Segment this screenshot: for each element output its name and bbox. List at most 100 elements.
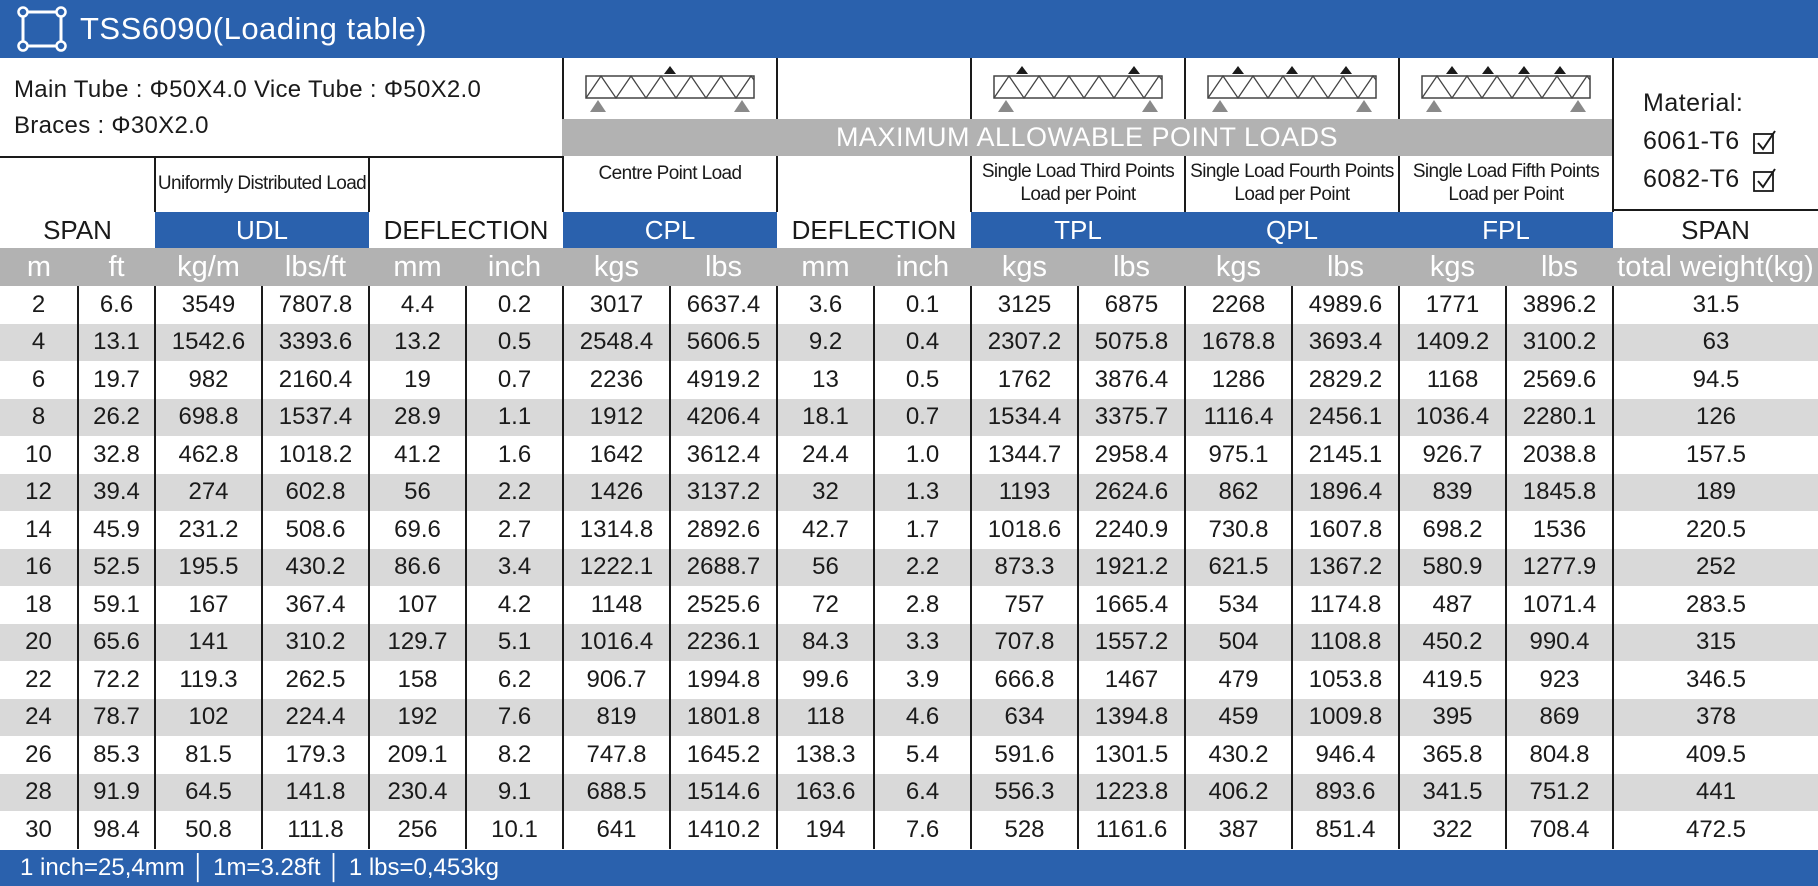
table-row: 6 19.7 982 2160.4 19 0.7 2236 4919.2 13 0.5 1762 38… <box>0 361 1818 399</box>
table-cell: 707.8 <box>970 623 1078 661</box>
table-cell: 22 <box>25 665 52 693</box>
table-cell: 7.6 <box>873 811 971 849</box>
table-cell: 1223.8 <box>1077 773 1185 811</box>
loading-table: 2 6.6 3549 7807.8 4.4 0.2 3017 6637.4 3.6 0.1 3125… <box>0 286 1818 849</box>
table-cell: 3.6 <box>776 286 874 324</box>
table-cell: 1467 <box>1077 661 1185 699</box>
table-cell: 1286 <box>1184 361 1292 399</box>
table-cell: 1277.9 <box>1505 548 1613 586</box>
table-cell: 395 <box>1398 698 1506 736</box>
table-cell: 430.2 <box>1184 736 1292 774</box>
divider <box>1184 58 1186 119</box>
unit-lbs: lbs <box>704 250 743 283</box>
table-cell: 2624.6 <box>1077 473 1185 511</box>
table-cell: 1409.2 <box>1398 323 1506 361</box>
table-cell: 2 <box>31 290 46 318</box>
table-cell: 5.4 <box>873 736 971 774</box>
table-cell: 591.6 <box>970 736 1078 774</box>
table-cell: 869 <box>1505 698 1613 736</box>
table-cell: 119.3 <box>154 661 262 699</box>
table-cell: 13.1 <box>77 323 155 361</box>
table-cell: 2.7 <box>465 511 563 549</box>
table-cell: 1108.8 <box>1291 623 1399 661</box>
table-cell: 1344.7 <box>970 436 1078 474</box>
table-row: 14 45.9 231.2 508.6 69.6 2.7 1314.8 2892.6 42.7 1… <box>0 511 1818 549</box>
table-cell: 3693.4 <box>1291 323 1399 361</box>
unit-inch: inch <box>487 250 542 283</box>
table-cell: 32.8 <box>77 436 155 474</box>
fpl-description: Single Load Fifth Points Load per Point <box>1412 161 1600 205</box>
qpl-header: QPL <box>1185 212 1399 248</box>
table-cell: 975.1 <box>1184 436 1292 474</box>
table-cell: 138.3 <box>776 736 874 774</box>
span-weight-header: SPAN <box>1681 214 1750 245</box>
table-row: 24 78.7 102 224.4 192 7.6 819 1801.8 118 4.6 634 13… <box>0 698 1818 736</box>
table-cell: 1394.8 <box>1077 698 1185 736</box>
table-body: 2 6.6 3549 7807.8 4.4 0.2 3017 6637.4 3.6 0.1 3125… <box>0 286 1818 849</box>
table-cell: 4919.2 <box>669 361 777 399</box>
table-cell: 1557.2 <box>1077 623 1185 661</box>
table-cell: 24.4 <box>776 436 874 474</box>
unit-lbs-ft: lbs/ft <box>284 250 347 283</box>
table-cell: 387 <box>1184 811 1292 849</box>
material-block: Material: 6061-T6 6082-T6 <box>1643 84 1777 198</box>
table-cell: 378 <box>1612 698 1818 736</box>
table-cell: 45.9 <box>77 511 155 549</box>
table-cell: 504 <box>1184 623 1292 661</box>
table-cell: 459 <box>1184 698 1292 736</box>
table-cell: 3.4 <box>465 548 563 586</box>
table-cell: 1534.4 <box>970 398 1078 436</box>
table-cell: 72 <box>776 586 874 624</box>
table-row: 12 39.4 274 602.8 56 2.2 1426 3137.2 32 1.3 1193 26… <box>0 473 1818 511</box>
table-cell: 906.7 <box>562 661 670 699</box>
table-cell: 508.6 <box>261 511 369 549</box>
table-cell: 3137.2 <box>669 473 777 511</box>
unit-lbs: lbs <box>1540 250 1579 283</box>
table-cell: 3.9 <box>873 661 971 699</box>
table-cell: 2240.9 <box>1077 511 1185 549</box>
table-cell: 1762 <box>970 361 1078 399</box>
table-cell: 322 <box>1398 811 1506 849</box>
table-cell: 367.4 <box>261 586 369 624</box>
material-grade-1: 6061-T6 <box>1643 122 1777 160</box>
table-cell: 862 <box>1184 473 1292 511</box>
table-row: 22 72.2 119.3 262.5 158 6.2 906.7 1994.8 99.6 3.9… <box>0 661 1818 699</box>
unit-inch: inch <box>895 250 950 283</box>
divider <box>0 156 563 158</box>
table-row: 10 32.8 462.8 1018.2 41.2 1.6 1642 3612.4 24.4 1.… <box>0 436 1818 474</box>
unit-mm: mm <box>393 250 442 283</box>
table-cell: 839 <box>1398 473 1506 511</box>
table-row: 8 26.2 698.8 1537.4 28.9 1.1 1912 4206.4 18.1 0.7… <box>0 398 1818 436</box>
table-cell: 3017 <box>562 286 670 324</box>
table-cell: 2038.8 <box>1505 436 1613 474</box>
udl-description: Uniformly Distributed Load <box>157 172 367 194</box>
table-cell: 315 <box>1612 623 1818 661</box>
table-cell: 804.8 <box>1505 736 1613 774</box>
table-cell: 3393.6 <box>261 323 369 361</box>
deflection-header-cpl: DEFLECTION <box>791 214 957 245</box>
table-cell: 6.4 <box>873 773 971 811</box>
table-cell: 1193 <box>970 473 1078 511</box>
unit-kgs: kgs <box>1001 250 1048 283</box>
table-cell: 69.6 <box>368 511 466 549</box>
table-cell: 2892.6 <box>669 511 777 549</box>
table-cell: 63 <box>1612 323 1818 361</box>
table-cell: 6 <box>31 365 46 393</box>
table-cell: 9.1 <box>465 773 563 811</box>
table-cell: 1514.6 <box>669 773 777 811</box>
table-cell: 56 <box>368 473 466 511</box>
table-cell: 28.9 <box>368 398 466 436</box>
table-cell: 688.5 <box>562 773 670 811</box>
title-bar: TSS6090(Loading table) <box>0 0 1818 58</box>
divider <box>562 58 564 119</box>
table-row: 26 85.3 81.5 179.3 209.1 8.2 747.8 1645.2 138.3 5… <box>0 736 1818 774</box>
table-cell: 923 <box>1505 661 1613 699</box>
divider <box>1398 156 1400 212</box>
divider <box>562 156 564 212</box>
table-cell: 3549 <box>154 286 262 324</box>
table-cell: 926.7 <box>1398 436 1506 474</box>
unit-mm: mm <box>801 250 850 283</box>
table-cell: 24 <box>0 698 78 736</box>
table-cell: 621.5 <box>1184 548 1292 586</box>
table-cell: 252 <box>1612 548 1818 586</box>
